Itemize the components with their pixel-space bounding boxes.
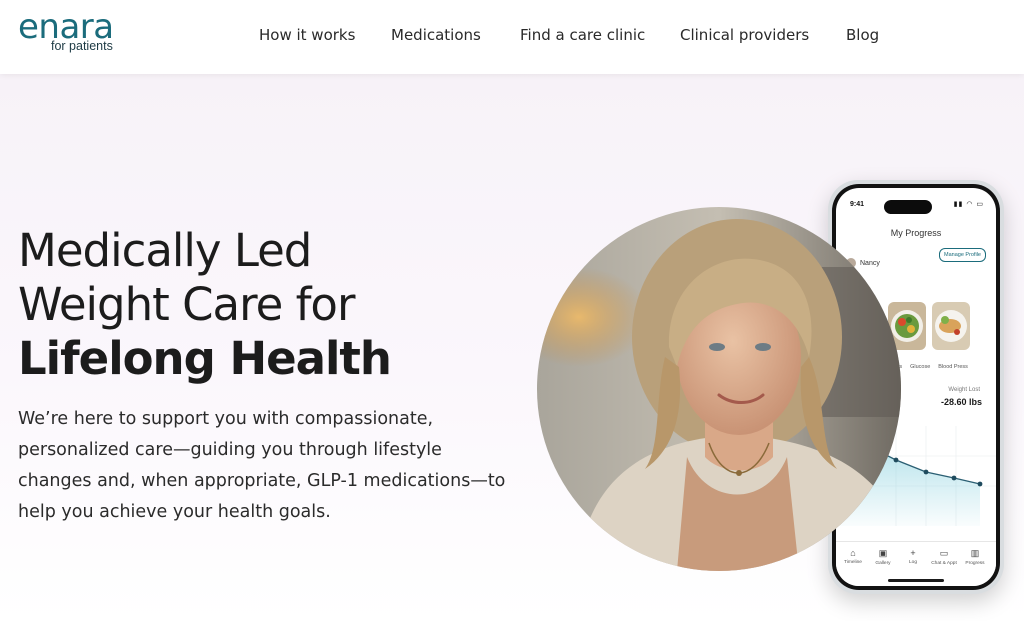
weight-lost-label: Weight Lost (948, 387, 980, 393)
logo-tagline: for patients (51, 39, 113, 53)
home-indicator (888, 579, 944, 582)
app-nav-timeline: ⌂ Timeline (838, 548, 868, 565)
headline-line-3: Lifelong Health (18, 332, 392, 385)
patient-portrait (537, 207, 901, 571)
gallery-icon: ▣ (878, 548, 888, 558)
headline-line-1: Medically Led (18, 224, 312, 277)
app-nav-label: Timeline (844, 560, 862, 565)
hero-description: We’re here to support you with compassio… (18, 404, 528, 528)
app-nav-label: Chat & Appt (931, 561, 957, 566)
app-nav-gallery: ▣ Gallery (868, 548, 898, 566)
status-time: 9:41 (850, 201, 865, 208)
chart-point (977, 481, 983, 487)
hero-description-line: help you achieve your health goals. (18, 502, 331, 522)
nav-how-it-works[interactable]: How it works (259, 26, 355, 44)
app-nav-progress: ▥ Progress (960, 548, 990, 566)
app-nav-label: Gallery (875, 561, 891, 566)
home-icon: ⌂ (850, 548, 856, 558)
app-nav-label: Log (908, 560, 917, 565)
hero-headline: Medically Led Weight Care for Lifelong H… (18, 224, 392, 386)
metric-tab-glucose: Glucose (910, 364, 931, 370)
app-user-name: Nancy (860, 259, 880, 267)
plus-icon: + (910, 548, 916, 558)
signal-wifi-battery-icon: ▮▮ ◠ ▭ (953, 201, 984, 208)
chart-point (951, 475, 957, 481)
bar-chart-icon: ▥ (970, 548, 980, 558)
app-nav-label: Progress (965, 561, 985, 566)
metric-tab-blood-pressure: Blood Press (938, 364, 968, 370)
app-bottom-nav: ⌂ Timeline ▣ Gallery + Log ▭ Chat & Appt ▥ Pr… (836, 541, 996, 586)
hero-description-line: changes and, when appropriate, GLP-1 med… (18, 471, 506, 491)
nav-find-care-clinic[interactable]: Find a care clinic (520, 26, 645, 44)
chart-point (893, 457, 899, 463)
app-screen-title: My Progress (890, 228, 942, 238)
metric-tabs: StepsGlucoseBlood Press (888, 364, 976, 370)
nav-medications[interactable]: Medications (391, 26, 481, 44)
app-nav-chat-appt: ▭ Chat & Appt (929, 548, 959, 566)
hero-description-line: We’re here to support you with compassio… (18, 409, 434, 429)
dynamic-island (884, 200, 932, 214)
chat-icon: ▭ (939, 548, 949, 558)
hero-description-line: personalized care—guiding you through li… (18, 440, 442, 460)
chicken-plate-image (932, 302, 970, 350)
enara-logo[interactable]: enara for patients (18, 8, 138, 64)
meal-photo (932, 302, 970, 350)
site-header: enara for patients How it works Medicati… (0, 0, 1024, 74)
portrait-photo (537, 207, 901, 571)
nav-blog[interactable]: Blog (846, 26, 879, 44)
weight-lost-value: -28.60 lbs (940, 397, 982, 407)
headline-line-2: Weight Care for (18, 278, 355, 331)
chart-point (923, 469, 929, 475)
app-nav-log: + Log (898, 548, 928, 565)
manage-profile-button: Manage Profile (939, 248, 986, 262)
nav-clinical-providers[interactable]: Clinical providers (680, 26, 809, 44)
